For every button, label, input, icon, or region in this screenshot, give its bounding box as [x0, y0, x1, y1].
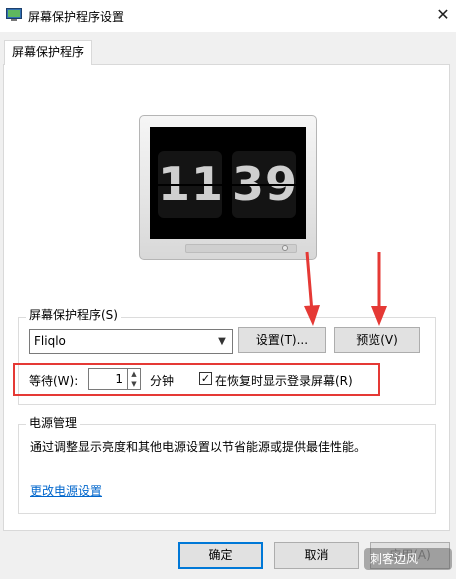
settings-button[interactable]: 设置(T)...: [238, 327, 326, 353]
power-group-title: 电源管理: [26, 414, 81, 431]
chevron-down-icon[interactable]: ▼: [212, 330, 232, 353]
preview-button[interactable]: 预览(V): [334, 327, 420, 353]
resume-login-checkbox[interactable]: ✓: [199, 372, 212, 385]
spin-down-icon[interactable]: ▼: [128, 379, 140, 389]
clock-hours-card: 11: [158, 151, 222, 218]
wait-minutes-input[interactable]: 1: [88, 368, 128, 390]
close-icon[interactable]: ✕: [432, 4, 454, 26]
wait-label: 等待(W):: [29, 374, 79, 388]
power-description: 通过调整显示亮度和其他电源设置以节省能源或提供最佳性能。: [30, 440, 367, 454]
resume-login-label[interactable]: 在恢复时显示登录屏幕(R): [215, 372, 353, 389]
screensaver-select-value: Fliqlo: [34, 334, 66, 348]
ok-button[interactable]: 确定: [178, 542, 263, 569]
wait-spinner[interactable]: ▲ ▼: [127, 368, 141, 390]
screensaver-app-icon: [6, 8, 22, 21]
power-led-icon: [282, 245, 288, 251]
window-title: 屏幕保护程序设置: [28, 10, 125, 24]
minutes-label: 分钟: [150, 374, 175, 388]
tab-screensaver[interactable]: 屏幕保护程序: [4, 40, 92, 65]
watermark: 刺客边风: [364, 548, 452, 570]
clock-minutes-card: 39: [232, 151, 296, 218]
cancel-button[interactable]: 取消: [274, 542, 359, 569]
change-power-settings-link[interactable]: 更改电源设置: [30, 482, 102, 499]
monitor-base: [185, 244, 297, 253]
tab-label: 屏幕保护程序: [11, 45, 84, 59]
spin-up-icon[interactable]: ▲: [128, 369, 140, 379]
screensaver-group-title: 屏幕保护程序(S): [26, 306, 121, 323]
preview-screen: 11 39: [150, 127, 306, 239]
